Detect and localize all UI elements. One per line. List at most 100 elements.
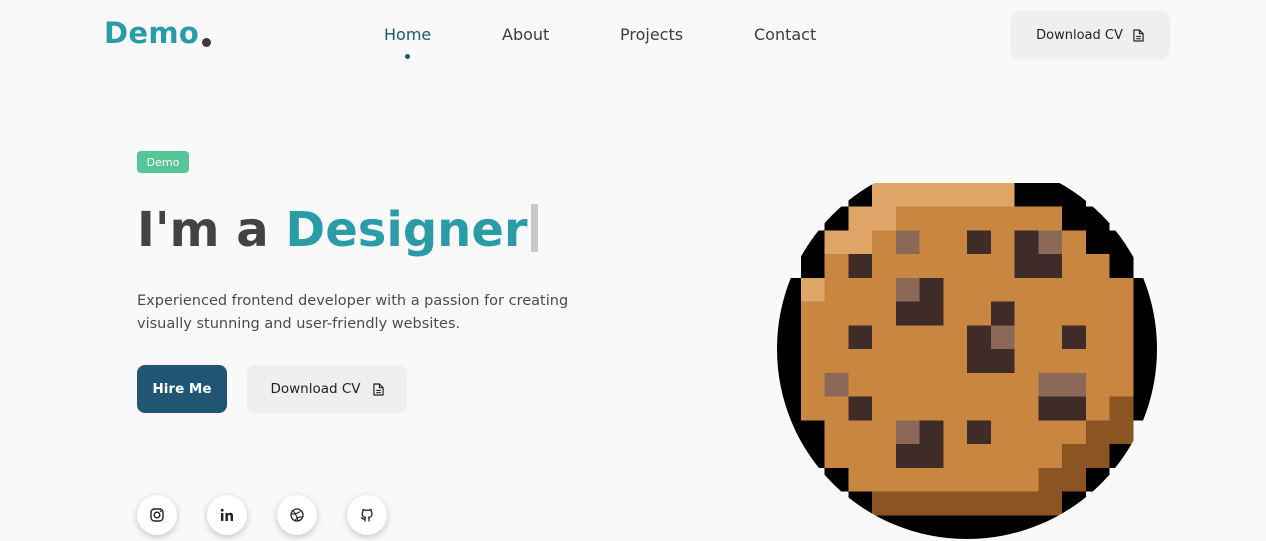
cookie-pixel [777, 230, 802, 255]
cookie-pixel [777, 515, 802, 539]
instagram-link[interactable] [137, 495, 177, 535]
cookie-pixel [1062, 301, 1087, 326]
cookie-pixel [1062, 396, 1087, 421]
cookie-pixel [895, 182, 920, 207]
cookie-pixel [990, 182, 1015, 207]
cookie-pixel [824, 159, 849, 184]
cookie-pixel [943, 230, 968, 255]
cookie-pixel [990, 515, 1015, 539]
cookie-pixel [1062, 420, 1087, 445]
cookie-pixel [1062, 254, 1087, 279]
cookie-pixel [1085, 325, 1110, 350]
cookie-pixel [824, 254, 849, 279]
cookie-pixel [1085, 277, 1110, 302]
cookie-pixel [800, 230, 825, 255]
cookie-pixel [872, 325, 897, 350]
cookie-pixel [1085, 372, 1110, 397]
cookie-pixel [1014, 372, 1039, 397]
cookie-pixel [777, 325, 802, 350]
hero-headline: I'm a Designer [137, 198, 538, 262]
cookie-pixel [967, 206, 992, 231]
cookie-pixel [1133, 230, 1157, 255]
cookie-pixel [1038, 206, 1063, 231]
cookie-pixel [967, 254, 992, 279]
cookie-pixel [919, 301, 944, 326]
cookie-pixel [800, 206, 825, 231]
cookie-pixel [967, 372, 992, 397]
cookie-pixel [1133, 396, 1157, 421]
cookie-pixel [967, 159, 992, 184]
cookie-pixel [990, 206, 1015, 231]
cookie-pixel [990, 491, 1015, 516]
cookie-pixel [990, 420, 1015, 445]
cookie-pixel [800, 444, 825, 469]
cookie-pixel [777, 396, 802, 421]
cookie-pixel [1062, 277, 1087, 302]
nav-projects[interactable]: Projects [620, 25, 683, 44]
cookie-pixel [943, 467, 968, 492]
cookie-pixel [1085, 301, 1110, 326]
cookie-pixel [1014, 301, 1039, 326]
cookie-pixel [872, 349, 897, 374]
nav-home[interactable]: Home [384, 25, 431, 44]
cookie-pixel [943, 206, 968, 231]
cookie-pixel [1109, 396, 1134, 421]
cookie-pixel [872, 491, 897, 516]
cookie-pixel [1133, 159, 1157, 184]
cookie-pixel [848, 159, 873, 184]
cookie-pixel [943, 159, 968, 184]
cookie-pixel [800, 396, 825, 421]
cookie-pixel [872, 396, 897, 421]
cookie-pixel [1085, 515, 1110, 539]
cookie-pixel [848, 277, 873, 302]
cookie-pixel [800, 491, 825, 516]
cookie-pixel [1062, 182, 1087, 207]
cookie-pixel [919, 420, 944, 445]
typing-caret [530, 204, 538, 252]
cookie-pixel [1014, 349, 1039, 374]
cookie-pixel [895, 467, 920, 492]
cookie-pixel [872, 420, 897, 445]
cookie-pixel [1085, 159, 1110, 184]
cookie-pixel [1014, 396, 1039, 421]
cookie-pixel [1038, 444, 1063, 469]
cookie-pixel [967, 277, 992, 302]
cookie-pixel [1038, 230, 1063, 255]
cookie-pixel [967, 396, 992, 421]
cookie-pixel [872, 444, 897, 469]
cookie-pixel [1133, 515, 1157, 539]
cookie-pixel [848, 349, 873, 374]
nav-about[interactable]: About [502, 25, 549, 44]
cookie-pixel [967, 420, 992, 445]
cookie-pixel [848, 491, 873, 516]
cookie-pixel [1062, 491, 1087, 516]
cookie-pixel [824, 325, 849, 350]
header-download-cv-button[interactable]: Download CV [1010, 11, 1170, 60]
cookie-pixel [1109, 444, 1134, 469]
download-cv-button[interactable]: Download CV [247, 365, 407, 413]
cookie-pixel [943, 301, 968, 326]
cookie-pixel [872, 372, 897, 397]
github-link[interactable] [347, 495, 387, 535]
cookie-pixel [895, 515, 920, 539]
cookie-pixel [872, 230, 897, 255]
cookie-pixel [943, 372, 968, 397]
hero-badge: Demo [137, 151, 189, 173]
instagram-icon [150, 508, 164, 522]
cookie-pixel [1014, 254, 1039, 279]
hire-me-button[interactable]: Hire Me [137, 365, 227, 413]
cookie-pixel [1109, 325, 1134, 350]
linkedin-link[interactable] [207, 495, 247, 535]
cookie-pixel [800, 372, 825, 397]
cookie-pixel [1133, 372, 1157, 397]
portfolio-page: Demo Home About Projects Contact Downloa… [0, 0, 1266, 541]
dribbble-link[interactable] [277, 495, 317, 535]
cookie-pixel [824, 182, 849, 207]
cookie-pixel [1133, 206, 1157, 231]
nav-active-indicator [405, 54, 410, 59]
cookie-pixel [990, 349, 1015, 374]
cookie-pixel [848, 206, 873, 231]
cookie-pixel [1133, 277, 1157, 302]
cookie-pixel [824, 301, 849, 326]
nav-contact[interactable]: Contact [754, 25, 816, 44]
